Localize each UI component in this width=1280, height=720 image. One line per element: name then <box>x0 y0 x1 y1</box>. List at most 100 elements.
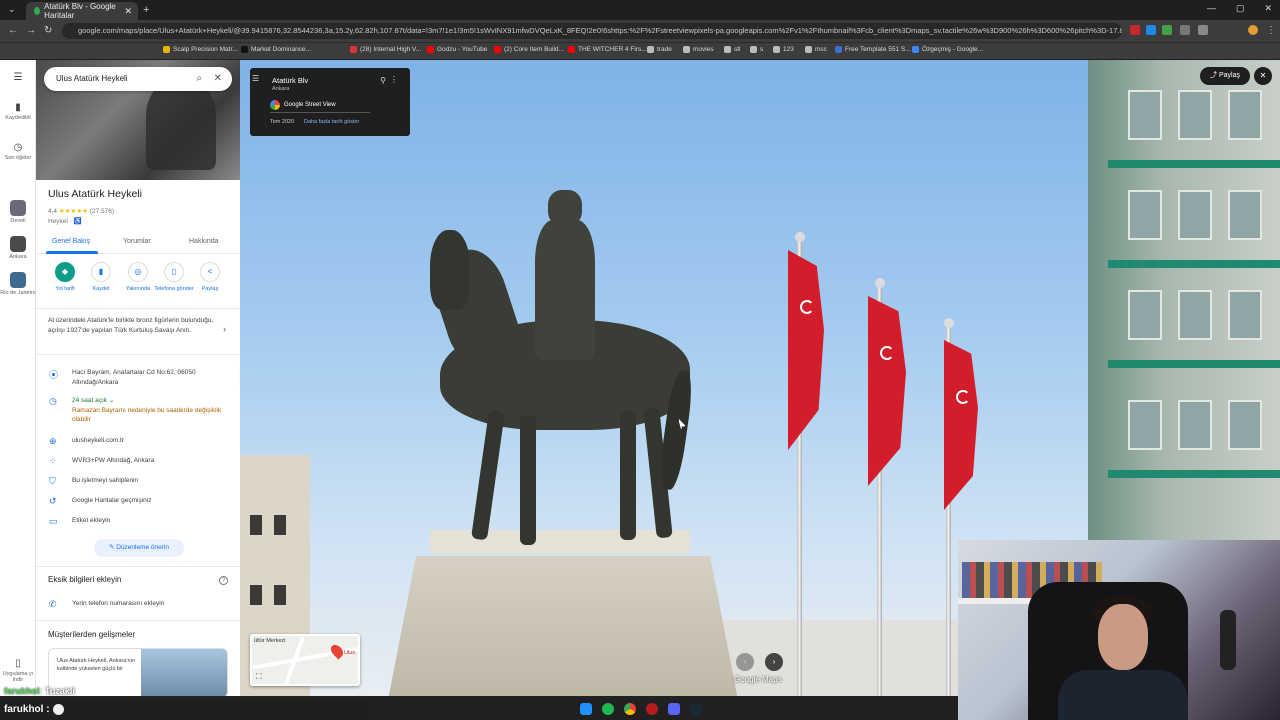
bookmark-folder[interactable]: stl <box>724 46 741 53</box>
bookmark-folder[interactable]: trade <box>647 46 672 53</box>
mini-map[interactable]: ültür Merkezi Ulus ⛶ <box>250 634 360 686</box>
extension-icon[interactable] <box>1146 25 1156 35</box>
place-category[interactable]: Heykel · ♿ <box>48 217 82 225</box>
recent-item[interactable]: Ankara <box>0 236 36 260</box>
search-input[interactable]: Ulus Atatürk Heykeli ⌕ ✕ <box>44 67 232 91</box>
share-icon: < <box>200 262 220 282</box>
tab-reviews[interactable]: Yorumlar <box>123 238 151 245</box>
phone-icon: ▯ <box>15 658 21 669</box>
streamer <box>1098 604 1148 670</box>
bookmark-item[interactable]: Özgeçmiş - Google... <box>912 46 983 53</box>
place-description[interactable]: At üzerindeki Atatürk'le birlikte bronz … <box>48 316 218 335</box>
street-view-info-card: ☰ Atatürk Blv Ankara ⚲ ⋮ Google Street V… <box>250 68 410 136</box>
highlight-card[interactable]: Ulus Atatürk Heykeli, Ankara'nın kalbind… <box>48 648 228 696</box>
app-icon[interactable] <box>646 703 658 715</box>
bookmark-folder[interactable]: s <box>750 46 763 53</box>
globe-icon: ⊕ <box>49 436 57 446</box>
help-icon[interactable]: ? <box>219 576 228 585</box>
send-to-phone-button[interactable]: ▯ Telefona gönder <box>154 262 194 292</box>
url-field[interactable]: google.com/maps/place/Ulus+Atatürk+Heyke… <box>62 23 1122 39</box>
bookmark-icon: ▮ <box>15 102 21 113</box>
directions-button[interactable]: ◆ Yol tarifi <box>45 262 85 292</box>
tab-about[interactable]: Hakkında <box>189 238 219 245</box>
menu-icon[interactable]: ☰ <box>0 72 36 85</box>
more-dates-link[interactable]: Daha fazla tarih göster <box>304 119 359 125</box>
save-button[interactable]: ▮ Kaydet <box>81 262 121 292</box>
extension-icon[interactable] <box>1180 25 1190 35</box>
clock-icon: ◷ <box>49 396 57 406</box>
extensions-puzzle-icon[interactable] <box>1198 25 1208 35</box>
suggest-edit-button[interactable]: ✎ Düzenleme önerin <box>94 539 184 557</box>
search-icon[interactable]: ⌕ <box>196 67 202 91</box>
chevron-down-icon: ⌄ <box>108 397 115 404</box>
location-pin-icon[interactable]: ⚲ <box>380 76 386 85</box>
bookmark-item[interactable]: Scalp Precision Matr... <box>163 46 238 53</box>
clear-search-icon[interactable]: ✕ <box>214 67 222 91</box>
bookmark-folder[interactable]: 123 <box>773 46 794 53</box>
rating-value: 4,4 <box>48 208 58 215</box>
menu-icon[interactable]: ☰ <box>252 74 262 84</box>
share-button[interactable]: < Paylaş <box>190 262 230 292</box>
bookmark-item[interactable]: Free Template 551 S... <box>835 46 911 53</box>
bookmark-item[interactable]: THE WITCHER 4 Firs... <box>568 46 647 53</box>
chat-message: farukhol: Tuzakli <box>4 686 75 696</box>
browser-tabbar: ⌄ Atatürk Blv - Google Haritalar ✕ + — ▢… <box>0 0 1280 20</box>
steam-icon[interactable] <box>690 703 702 715</box>
rail-saved[interactable]: ▮ Kaydedildi <box>0 102 36 121</box>
rail-recent[interactable]: ◷ Son öğeler <box>0 142 36 161</box>
history-icon: ↺ <box>49 496 57 506</box>
forward-icon[interactable]: → <box>26 25 36 36</box>
chevron-right-icon[interactable]: › <box>223 324 226 334</box>
close-tab-icon[interactable]: ✕ <box>124 6 132 17</box>
bookmark-folder[interactable]: movies <box>683 46 714 53</box>
street-view-source: Google Street View <box>270 100 336 110</box>
discord-icon[interactable] <box>668 703 680 715</box>
nearby-button[interactable]: ◎ Yakınında <box>118 262 158 292</box>
google-logo-icon <box>270 100 280 110</box>
new-tab-icon[interactable]: + <box>143 4 149 16</box>
pencil-icon: ✎ <box>108 544 115 551</box>
bookmark-item[interactable]: Godzu - YouTube <box>427 46 487 53</box>
spotify-icon[interactable] <box>602 703 614 715</box>
minimize-icon[interactable]: — <box>1207 3 1216 14</box>
reload-icon[interactable]: ↻ <box>44 25 52 36</box>
minimap-label: ültür Merkezi <box>254 638 286 644</box>
tab-list-icon[interactable]: ⌄ <box>8 4 16 15</box>
recent-item[interactable]: Rio de Janeiro <box>0 272 36 296</box>
previous-pano-button[interactable]: ‹ <box>736 653 754 671</box>
review-count: (27.576) <box>89 208 115 215</box>
capture-date: Tem 2020 <box>270 119 295 125</box>
close-street-view-button[interactable]: ✕ <box>1254 67 1272 85</box>
start-icon[interactable] <box>580 703 592 715</box>
bookmark-item[interactable]: (2) Core Item Build... <box>494 46 564 53</box>
rail-get-app[interactable]: ▯ Uygulama yı indir <box>0 658 36 683</box>
profile-avatar[interactable] <box>1248 25 1258 35</box>
city-name: Ankara <box>272 86 290 92</box>
chrome-icon[interactable] <box>624 703 636 715</box>
shield-check-icon: ⛉ <box>49 476 56 486</box>
more-options-icon[interactable]: ⋮ <box>390 75 398 84</box>
place-tabs: Genel Bakış Yorumlar Hakkında <box>36 232 240 254</box>
close-window-icon[interactable]: ✕ <box>1264 3 1272 14</box>
tab-title: Atatürk Blv - Google Haritalar <box>44 2 116 20</box>
extension-icon[interactable] <box>1162 25 1172 35</box>
browser-tab[interactable]: Atatürk Blv - Google Haritalar ✕ <box>26 2 138 20</box>
expand-map-icon[interactable]: ⛶ <box>256 672 262 682</box>
next-pano-button[interactable]: › <box>765 653 783 671</box>
bookmark-item[interactable]: (28) Internal High V... <box>350 46 421 53</box>
divider <box>36 620 240 621</box>
window-controls: — ▢ ✕ <box>1207 3 1272 14</box>
browser-menu-icon[interactable]: ⋮ <box>1266 25 1276 36</box>
tab-overview[interactable]: Genel Bakış <box>52 238 90 245</box>
bookmark-item[interactable]: Market Dominance... <box>241 46 311 53</box>
history-icon: ◷ <box>13 142 23 153</box>
rating-row[interactable]: 4,4 ★★★★★ (27.576) <box>48 207 114 215</box>
extension-icon[interactable] <box>1130 25 1140 35</box>
divider <box>36 566 240 567</box>
bookmark-folder[interactable]: msc <box>805 46 827 53</box>
maps-left-rail: ☰ ▮ Kaydedildi ◷ Son öğeler Develi Ankara … <box>0 60 36 696</box>
recent-item[interactable]: Develi <box>0 200 36 224</box>
back-icon[interactable]: ← <box>8 25 18 36</box>
share-button[interactable]: ⤴ Paylaş <box>1200 67 1250 85</box>
maximize-icon[interactable]: ▢ <box>1236 3 1245 14</box>
